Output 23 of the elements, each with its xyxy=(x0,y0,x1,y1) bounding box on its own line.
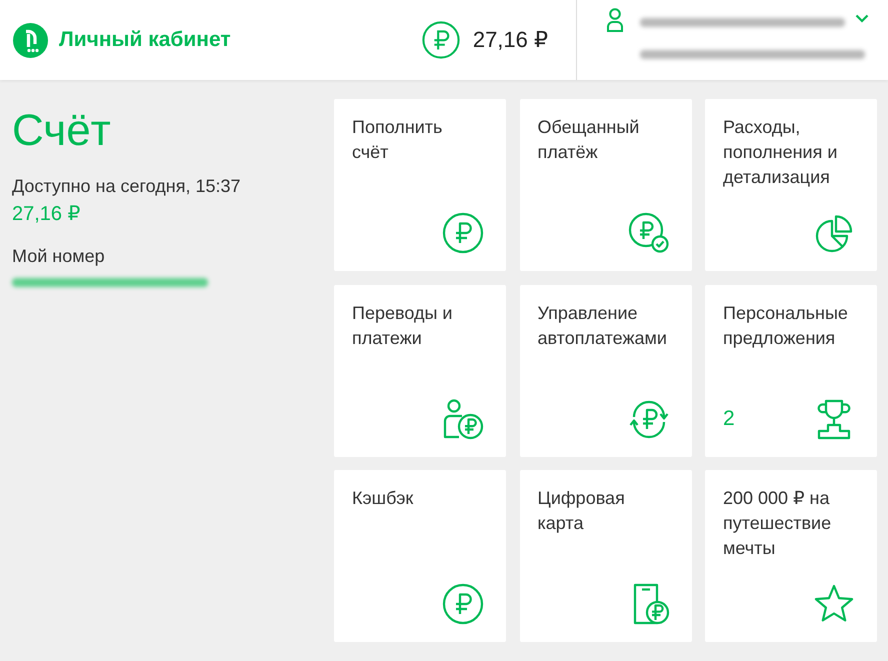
logo-icon[interactable] xyxy=(13,22,48,58)
menu-tile[interactable]: Обещанный платёж xyxy=(520,99,692,271)
ruble-check-icon xyxy=(628,212,670,254)
account-heading: Счёт xyxy=(12,109,111,153)
balance-amount: 27,16 ₽ xyxy=(472,27,548,53)
menu-tile[interactable]: Расходы, пополнения и детализация xyxy=(705,99,877,271)
menu-tile[interactable]: Персональные предложения 2 xyxy=(705,284,877,456)
user-icon[interactable] xyxy=(606,8,624,32)
menu-tile[interactable]: 200 000 ₽ на путешествие мечты xyxy=(705,470,877,642)
menu-tile[interactable]: Пополнить счёт xyxy=(334,99,506,271)
available-amount: 27,16 ₽ xyxy=(12,202,80,227)
menu-tile[interactable]: Кэшбэк xyxy=(334,470,506,642)
person-ruble-icon xyxy=(442,398,484,440)
available-label: Доступно на сегодня, 15:37 xyxy=(12,175,241,198)
menu-tile[interactable]: Управление автоплатежами xyxy=(520,284,692,456)
ruble-circle-icon xyxy=(422,21,460,59)
ruble-circle-icon xyxy=(442,212,484,254)
number-label: Мой номер xyxy=(12,245,105,268)
chevron-down-icon[interactable] xyxy=(855,14,869,23)
menu-tile[interactable]: Цифровая карта xyxy=(520,470,692,642)
ruble-circle-icon xyxy=(442,583,484,625)
menu-tile[interactable]: Переводы и платежи xyxy=(334,284,506,456)
offer-count: 2 xyxy=(723,408,735,429)
